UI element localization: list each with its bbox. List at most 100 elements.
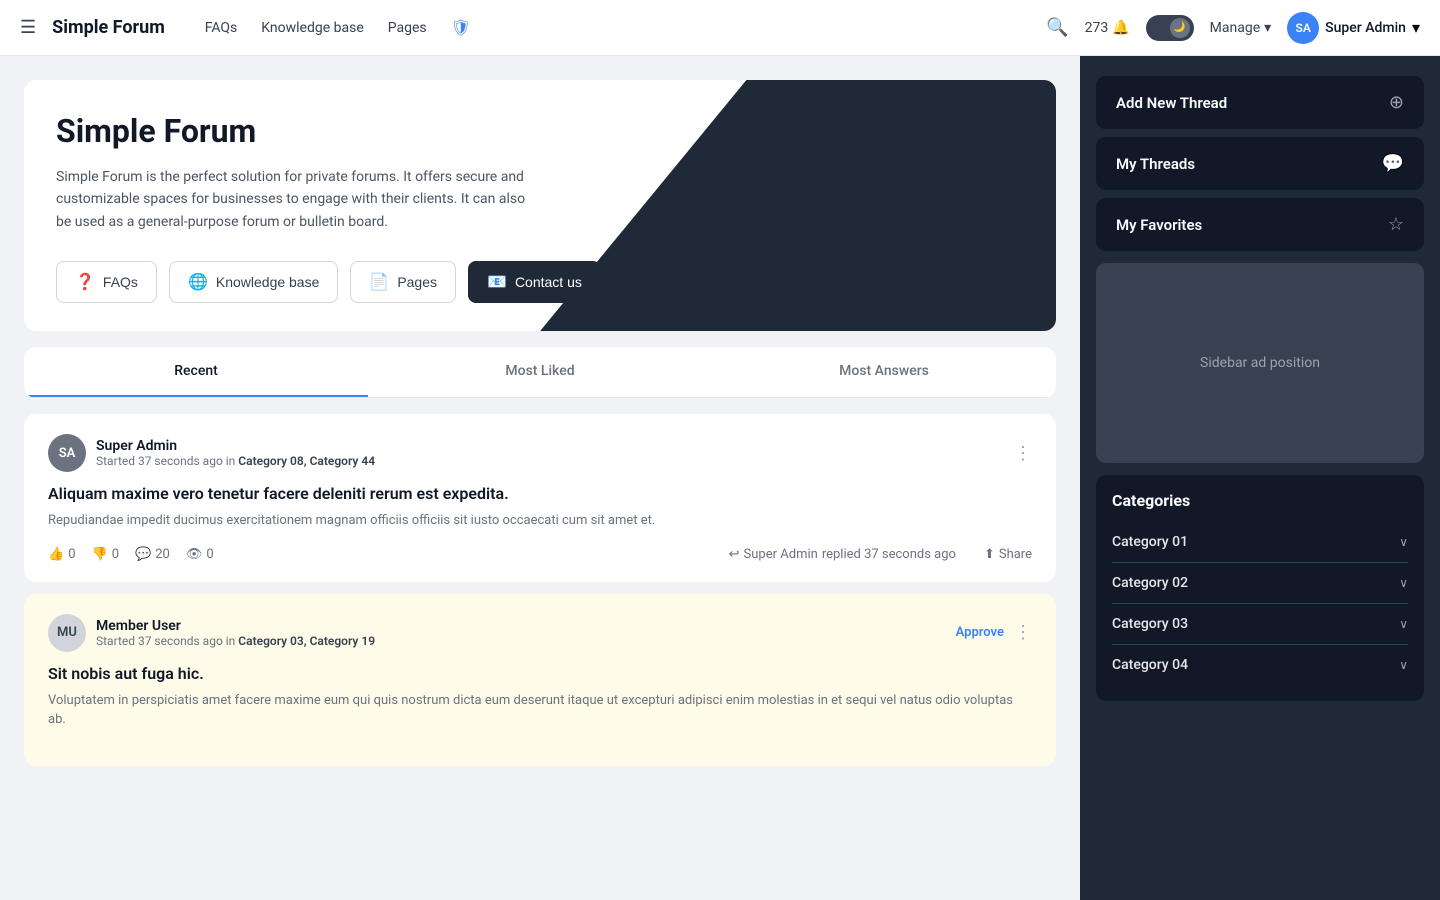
- share-button[interactable]: ⬆ Share: [984, 547, 1032, 562]
- page-icon: 📄: [369, 272, 389, 292]
- author-meta: Started 37 seconds ago in Category 03, C…: [96, 634, 375, 648]
- hamburger-icon[interactable]: ☰: [20, 17, 36, 38]
- thread-excerpt: Voluptatem in perspiciatis amet facere m…: [48, 691, 1032, 730]
- chevron-down-icon: ∨: [1399, 535, 1408, 549]
- notification-count: 273: [1085, 20, 1109, 36]
- hero-btn-knowledge[interactable]: 🌐 Knowledge base: [169, 261, 338, 303]
- author-details: Super Admin Started 37 seconds ago in Ca…: [96, 438, 375, 468]
- bell-icon: 🔔: [1112, 20, 1129, 36]
- navbar-right: 🔍 273 🔔 🌙 Manage ▾ SA Super Admin ▾: [1046, 12, 1420, 44]
- thread-more-button[interactable]: ⋮: [1014, 622, 1032, 643]
- shield-icon[interactable]: 🛡: [451, 18, 471, 37]
- tabs-section: Recent Most Liked Most Answers: [24, 347, 1056, 398]
- category-item[interactable]: Category 03 ∨: [1112, 604, 1408, 645]
- star-icon: ☆: [1388, 214, 1404, 235]
- category-name: Category 02: [1112, 575, 1188, 591]
- categories-section: Categories Category 01 ∨ Category 02 ∨ C…: [1096, 475, 1424, 701]
- tabs-bar: Recent Most Liked Most Answers: [24, 347, 1056, 398]
- notification-badge[interactable]: 273 🔔: [1085, 20, 1130, 36]
- hero-btn-faqs[interactable]: ❓ FAQs: [56, 261, 157, 303]
- thread-author-info: MU Member User Started 37 seconds ago in…: [48, 614, 375, 652]
- toggle-knob: 🌙: [1170, 18, 1190, 38]
- author-name: Member User: [96, 618, 375, 634]
- nav-links: FAQs Knowledge base Pages 🛡: [205, 18, 471, 37]
- chevron-down-icon: ∨: [1399, 576, 1408, 590]
- thread-title: Aliquam maxime vero tenetur facere delen…: [48, 484, 1032, 503]
- add-thread-button[interactable]: Add New Thread ⊕: [1096, 76, 1424, 129]
- plus-circle-icon: ⊕: [1389, 92, 1404, 113]
- comment-icon: 💬: [135, 547, 151, 562]
- tab-most-liked[interactable]: Most Liked: [368, 347, 712, 397]
- like-stat[interactable]: 👍 0: [48, 547, 76, 562]
- navbar: ☰ Simple Forum FAQs Knowledge base Pages…: [0, 0, 1440, 56]
- main-layout: Simple Forum Simple Forum is the perfect…: [0, 56, 1440, 900]
- my-favorites-button[interactable]: My Favorites ☆: [1096, 198, 1424, 251]
- reply-author: Super Admin: [744, 547, 818, 562]
- right-sidebar: Add New Thread ⊕ My Threads 💬 My Favorit…: [1080, 56, 1440, 900]
- my-favorites-label: My Favorites: [1116, 216, 1202, 234]
- category-name: Category 03: [1112, 616, 1188, 632]
- search-icon[interactable]: 🔍: [1046, 17, 1068, 38]
- thread-author-info: SA Super Admin Started 37 seconds ago in…: [48, 434, 375, 472]
- approve-button[interactable]: Approve: [956, 625, 1004, 640]
- nav-link-pages[interactable]: Pages: [388, 20, 427, 36]
- manage-button[interactable]: Manage ▾: [1210, 20, 1272, 36]
- brand-name: Simple Forum: [52, 17, 165, 38]
- category-item[interactable]: Category 04 ∨: [1112, 645, 1408, 685]
- view-stat: 👁 0: [186, 547, 214, 562]
- avatar: SA: [1287, 12, 1319, 44]
- hero-section: Simple Forum Simple Forum is the perfect…: [24, 80, 1056, 331]
- hero-title: Simple Forum: [56, 112, 1024, 150]
- avatar: MU: [48, 614, 86, 652]
- add-thread-label: Add New Thread: [1116, 94, 1227, 112]
- hero-content: Simple Forum Simple Forum is the perfect…: [56, 112, 1024, 303]
- globe-icon: 🌐: [188, 272, 208, 292]
- reply-time: replied 37 seconds ago: [822, 547, 956, 562]
- tab-most-answers[interactable]: Most Answers: [712, 347, 1056, 397]
- user-name: Super Admin: [1325, 20, 1406, 36]
- tab-recent[interactable]: Recent: [24, 347, 368, 397]
- left-content: Simple Forum Simple Forum is the perfect…: [0, 56, 1080, 900]
- thumbs-down-icon: 👎: [92, 547, 108, 562]
- manage-label: Manage: [1210, 20, 1260, 36]
- category-item[interactable]: Category 02 ∨: [1112, 563, 1408, 604]
- author-details: Member User Started 37 seconds ago in Ca…: [96, 618, 375, 648]
- category-item[interactable]: Category 01 ∨: [1112, 522, 1408, 563]
- dark-mode-toggle[interactable]: 🌙: [1146, 15, 1194, 41]
- category-name: Category 04: [1112, 657, 1188, 673]
- chevron-down-icon: ∨: [1399, 658, 1408, 672]
- sidebar-ad: Sidebar ad position: [1096, 263, 1424, 463]
- eye-icon: 👁: [186, 547, 203, 562]
- nav-link-faqs[interactable]: FAQs: [205, 20, 238, 36]
- hero-buttons: ❓ FAQs 🌐 Knowledge base 📄 Pages 📧 Contac…: [56, 261, 1024, 303]
- thread-more-button[interactable]: ⋮: [1014, 443, 1032, 464]
- thread-card-highlighted: MU Member User Started 37 seconds ago in…: [24, 594, 1056, 766]
- author-name: Super Admin: [96, 438, 375, 454]
- header-right-group: Approve ⋮: [956, 622, 1032, 643]
- my-threads-button[interactable]: My Threads 💬: [1096, 137, 1424, 190]
- user-chevron-icon: ▾: [1412, 18, 1420, 37]
- chevron-down-icon: ▾: [1264, 20, 1271, 36]
- my-threads-label: My Threads: [1116, 155, 1195, 173]
- email-icon: 📧: [487, 272, 507, 292]
- hero-btn-pages[interactable]: 📄 Pages: [350, 261, 456, 303]
- dislike-stat[interactable]: 👎 0: [92, 547, 120, 562]
- nav-link-knowledge[interactable]: Knowledge base: [261, 20, 363, 36]
- navbar-left: ☰ Simple Forum FAQs Knowledge base Pages…: [20, 17, 471, 38]
- thread-header: MU Member User Started 37 seconds ago in…: [48, 614, 1032, 652]
- chevron-down-icon: ∨: [1399, 617, 1408, 631]
- chat-icon: 💬: [1382, 153, 1404, 174]
- categories-title: Categories: [1112, 491, 1408, 510]
- thread-excerpt: Repudiandae impedit ducimus exercitation…: [48, 511, 1032, 531]
- category-name: Category 01: [1112, 534, 1188, 550]
- user-menu[interactable]: SA Super Admin ▾: [1287, 12, 1420, 44]
- comment-stat[interactable]: 💬 20: [135, 547, 170, 562]
- share-icon: ⬆: [984, 547, 995, 562]
- moon-icon: 🌙: [1173, 22, 1185, 33]
- reply-info: ↩ Super Admin replied 37 seconds ago: [729, 547, 956, 562]
- hero-btn-contact[interactable]: 📧 Contact us: [468, 261, 601, 303]
- hero-description: Simple Forum is the perfect solution for…: [56, 166, 536, 233]
- reply-icon: ↩: [729, 547, 740, 562]
- thread-card: SA Super Admin Started 37 seconds ago in…: [24, 414, 1056, 582]
- thread-header: SA Super Admin Started 37 seconds ago in…: [48, 434, 1032, 472]
